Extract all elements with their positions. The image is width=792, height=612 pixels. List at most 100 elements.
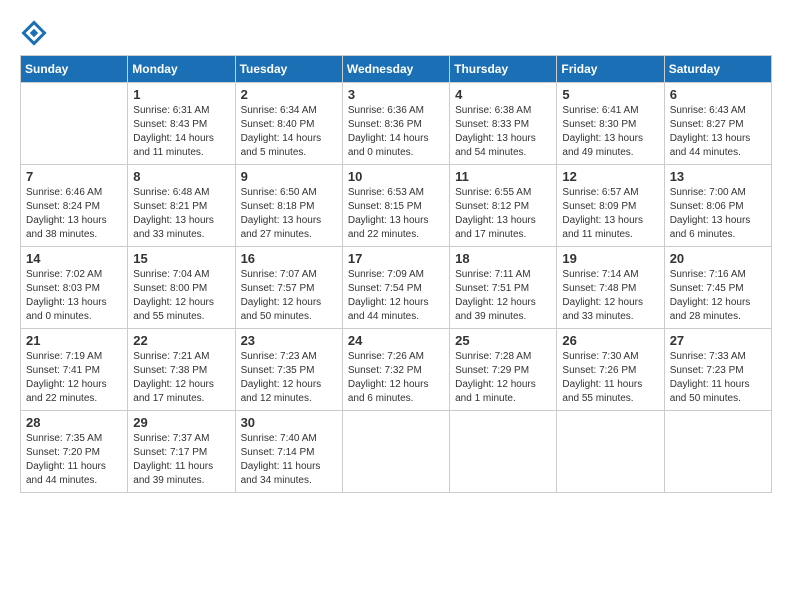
calendar-cell xyxy=(557,411,664,493)
cell-info: Sunrise: 7:04 AMSunset: 8:00 PMDaylight:… xyxy=(133,268,229,324)
calendar-cell: 24 Sunrise: 7:26 AMSunset: 7:32 PMDaylig… xyxy=(342,329,449,411)
calendar-cell: 6 Sunrise: 6:43 AMSunset: 8:27 PMDayligh… xyxy=(664,83,771,165)
calendar-cell: 17 Sunrise: 7:09 AMSunset: 7:54 PMDaylig… xyxy=(342,247,449,329)
cell-info: Sunrise: 7:23 AMSunset: 7:35 PMDaylight:… xyxy=(241,350,337,406)
cell-info: Sunrise: 7:02 AMSunset: 8:03 PMDaylight:… xyxy=(26,268,122,324)
calendar-cell: 13 Sunrise: 7:00 AMSunset: 8:06 PMDaylig… xyxy=(664,165,771,247)
header-row: SundayMondayTuesdayWednesdayThursdayFrid… xyxy=(21,56,772,83)
day-number: 9 xyxy=(241,169,337,184)
calendar-cell xyxy=(450,411,557,493)
day-number: 3 xyxy=(348,87,444,102)
col-header-tuesday: Tuesday xyxy=(235,56,342,83)
calendar-cell: 1 Sunrise: 6:31 AMSunset: 8:43 PMDayligh… xyxy=(128,83,235,165)
calendar-cell: 12 Sunrise: 6:57 AMSunset: 8:09 PMDaylig… xyxy=(557,165,664,247)
cell-info: Sunrise: 6:53 AMSunset: 8:15 PMDaylight:… xyxy=(348,186,444,242)
day-number: 2 xyxy=(241,87,337,102)
cell-info: Sunrise: 6:41 AMSunset: 8:30 PMDaylight:… xyxy=(562,104,658,160)
cell-info: Sunrise: 6:50 AMSunset: 8:18 PMDaylight:… xyxy=(241,186,337,242)
calendar-cell: 7 Sunrise: 6:46 AMSunset: 8:24 PMDayligh… xyxy=(21,165,128,247)
calendar-cell: 27 Sunrise: 7:33 AMSunset: 7:23 PMDaylig… xyxy=(664,329,771,411)
week-row-5: 28 Sunrise: 7:35 AMSunset: 7:20 PMDaylig… xyxy=(21,411,772,493)
day-number: 21 xyxy=(26,333,122,348)
page: SundayMondayTuesdayWednesdayThursdayFrid… xyxy=(0,0,792,508)
calendar-cell: 8 Sunrise: 6:48 AMSunset: 8:21 PMDayligh… xyxy=(128,165,235,247)
week-row-1: 1 Sunrise: 6:31 AMSunset: 8:43 PMDayligh… xyxy=(21,83,772,165)
day-number: 1 xyxy=(133,87,229,102)
day-number: 28 xyxy=(26,415,122,430)
cell-info: Sunrise: 6:46 AMSunset: 8:24 PMDaylight:… xyxy=(26,186,122,242)
day-number: 12 xyxy=(562,169,658,184)
calendar-cell: 26 Sunrise: 7:30 AMSunset: 7:26 PMDaylig… xyxy=(557,329,664,411)
header xyxy=(20,15,772,47)
col-header-wednesday: Wednesday xyxy=(342,56,449,83)
cell-info: Sunrise: 7:33 AMSunset: 7:23 PMDaylight:… xyxy=(670,350,766,406)
calendar-cell: 18 Sunrise: 7:11 AMSunset: 7:51 PMDaylig… xyxy=(450,247,557,329)
calendar-cell: 10 Sunrise: 6:53 AMSunset: 8:15 PMDaylig… xyxy=(342,165,449,247)
day-number: 19 xyxy=(562,251,658,266)
day-number: 17 xyxy=(348,251,444,266)
calendar-cell: 9 Sunrise: 6:50 AMSunset: 8:18 PMDayligh… xyxy=(235,165,342,247)
cell-info: Sunrise: 7:11 AMSunset: 7:51 PMDaylight:… xyxy=(455,268,551,324)
day-number: 11 xyxy=(455,169,551,184)
calendar-cell: 4 Sunrise: 6:38 AMSunset: 8:33 PMDayligh… xyxy=(450,83,557,165)
calendar-cell: 20 Sunrise: 7:16 AMSunset: 7:45 PMDaylig… xyxy=(664,247,771,329)
day-number: 10 xyxy=(348,169,444,184)
day-number: 5 xyxy=(562,87,658,102)
day-number: 6 xyxy=(670,87,766,102)
cell-info: Sunrise: 7:26 AMSunset: 7:32 PMDaylight:… xyxy=(348,350,444,406)
cell-info: Sunrise: 6:57 AMSunset: 8:09 PMDaylight:… xyxy=(562,186,658,242)
calendar-cell: 19 Sunrise: 7:14 AMSunset: 7:48 PMDaylig… xyxy=(557,247,664,329)
cell-info: Sunrise: 6:36 AMSunset: 8:36 PMDaylight:… xyxy=(348,104,444,160)
col-header-monday: Monday xyxy=(128,56,235,83)
cell-info: Sunrise: 6:31 AMSunset: 8:43 PMDaylight:… xyxy=(133,104,229,160)
cell-info: Sunrise: 7:30 AMSunset: 7:26 PMDaylight:… xyxy=(562,350,658,406)
logo-icon xyxy=(20,19,48,47)
day-number: 30 xyxy=(241,415,337,430)
logo xyxy=(20,19,52,47)
day-number: 18 xyxy=(455,251,551,266)
day-number: 20 xyxy=(670,251,766,266)
day-number: 24 xyxy=(348,333,444,348)
calendar-cell: 29 Sunrise: 7:37 AMSunset: 7:17 PMDaylig… xyxy=(128,411,235,493)
day-number: 22 xyxy=(133,333,229,348)
day-number: 26 xyxy=(562,333,658,348)
day-number: 15 xyxy=(133,251,229,266)
col-header-saturday: Saturday xyxy=(664,56,771,83)
calendar-cell xyxy=(342,411,449,493)
day-number: 4 xyxy=(455,87,551,102)
cell-info: Sunrise: 6:38 AMSunset: 8:33 PMDaylight:… xyxy=(455,104,551,160)
cell-info: Sunrise: 6:55 AMSunset: 8:12 PMDaylight:… xyxy=(455,186,551,242)
cell-info: Sunrise: 7:37 AMSunset: 7:17 PMDaylight:… xyxy=(133,432,229,488)
calendar-cell: 30 Sunrise: 7:40 AMSunset: 7:14 PMDaylig… xyxy=(235,411,342,493)
day-number: 7 xyxy=(26,169,122,184)
cell-info: Sunrise: 7:40 AMSunset: 7:14 PMDaylight:… xyxy=(241,432,337,488)
cell-info: Sunrise: 7:09 AMSunset: 7:54 PMDaylight:… xyxy=(348,268,444,324)
calendar-cell: 25 Sunrise: 7:28 AMSunset: 7:29 PMDaylig… xyxy=(450,329,557,411)
week-row-3: 14 Sunrise: 7:02 AMSunset: 8:03 PMDaylig… xyxy=(21,247,772,329)
calendar-cell: 21 Sunrise: 7:19 AMSunset: 7:41 PMDaylig… xyxy=(21,329,128,411)
col-header-thursday: Thursday xyxy=(450,56,557,83)
calendar-cell: 2 Sunrise: 6:34 AMSunset: 8:40 PMDayligh… xyxy=(235,83,342,165)
cell-info: Sunrise: 7:00 AMSunset: 8:06 PMDaylight:… xyxy=(670,186,766,242)
cell-info: Sunrise: 7:16 AMSunset: 7:45 PMDaylight:… xyxy=(670,268,766,324)
day-number: 23 xyxy=(241,333,337,348)
day-number: 8 xyxy=(133,169,229,184)
cell-info: Sunrise: 7:21 AMSunset: 7:38 PMDaylight:… xyxy=(133,350,229,406)
col-header-friday: Friday xyxy=(557,56,664,83)
week-row-4: 21 Sunrise: 7:19 AMSunset: 7:41 PMDaylig… xyxy=(21,329,772,411)
cell-info: Sunrise: 7:19 AMSunset: 7:41 PMDaylight:… xyxy=(26,350,122,406)
calendar-table: SundayMondayTuesdayWednesdayThursdayFrid… xyxy=(20,55,772,493)
calendar-cell: 5 Sunrise: 6:41 AMSunset: 8:30 PMDayligh… xyxy=(557,83,664,165)
calendar-cell: 3 Sunrise: 6:36 AMSunset: 8:36 PMDayligh… xyxy=(342,83,449,165)
day-number: 27 xyxy=(670,333,766,348)
cell-info: Sunrise: 7:28 AMSunset: 7:29 PMDaylight:… xyxy=(455,350,551,406)
calendar-cell xyxy=(21,83,128,165)
day-number: 13 xyxy=(670,169,766,184)
cell-info: Sunrise: 7:07 AMSunset: 7:57 PMDaylight:… xyxy=(241,268,337,324)
cell-info: Sunrise: 6:43 AMSunset: 8:27 PMDaylight:… xyxy=(670,104,766,160)
week-row-2: 7 Sunrise: 6:46 AMSunset: 8:24 PMDayligh… xyxy=(21,165,772,247)
day-number: 16 xyxy=(241,251,337,266)
calendar-cell: 14 Sunrise: 7:02 AMSunset: 8:03 PMDaylig… xyxy=(21,247,128,329)
cell-info: Sunrise: 7:14 AMSunset: 7:48 PMDaylight:… xyxy=(562,268,658,324)
day-number: 25 xyxy=(455,333,551,348)
